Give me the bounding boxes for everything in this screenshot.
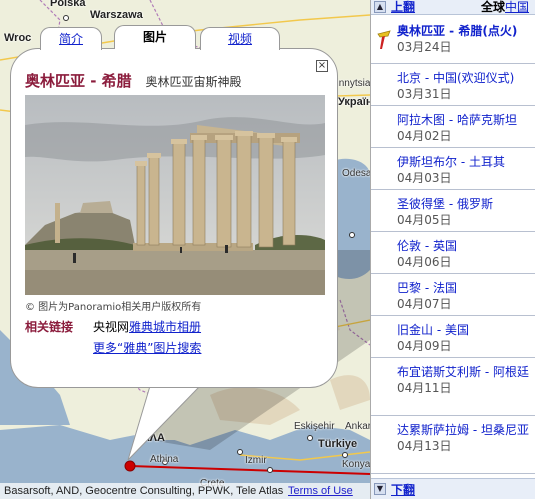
- close-icon: ×: [317, 60, 327, 71]
- terms-of-use-link[interactable]: Terms of Use: [288, 483, 353, 499]
- arrow-down-icon: ▼: [376, 484, 384, 493]
- place-subtitle: 奥林匹亚宙斯神殿: [145, 75, 242, 89]
- temple-of-zeus-image: [25, 95, 325, 295]
- relay-date: 04月03日: [397, 171, 452, 185]
- list-item[interactable]: 奥林匹亚 - 希腊(点火) 03月24日: [371, 16, 535, 64]
- relay-date: 04月02日: [397, 129, 452, 143]
- map-label-odessa: Odesa: [342, 168, 370, 179]
- related-link-1-prefix: 央视网: [93, 320, 130, 334]
- relay-date: 04月05日: [397, 213, 452, 227]
- page-up-link[interactable]: 上翻: [391, 0, 415, 15]
- city-name: 达累斯萨拉姆 - 坦桑尼亚: [397, 423, 529, 437]
- sidebar-top-bar: ▲ 上翻 全球中国: [371, 0, 535, 15]
- china-link[interactable]: 中国: [505, 0, 529, 14]
- list-item[interactable]: 伦敦 - 英国 04月06日: [371, 232, 535, 274]
- list-item[interactable]: 北京 - 中国(欢迎仪式) 03月31日: [371, 64, 535, 106]
- sidebar-bottom-bar: ▼ 下翻: [371, 478, 535, 499]
- city-name: 旧金山 - 美国: [397, 323, 469, 337]
- temple-photo[interactable]: [25, 95, 325, 295]
- map-label-izmir: Izmir: [245, 455, 267, 466]
- city-name: 圣彼得堡 - 俄罗斯: [397, 197, 493, 211]
- city-name: 布宜诺斯艾利斯 - 阿根廷: [397, 365, 529, 379]
- relay-date: 03月31日: [397, 87, 452, 101]
- city-name: 奥林匹亚 - 希腊(点火): [397, 24, 518, 38]
- city-name: 巴黎 - 法国: [397, 281, 457, 295]
- list-item[interactable]: 伊斯坦布尔 - 土耳其 04月03日: [371, 148, 535, 190]
- tab-intro[interactable]: 简介: [40, 27, 102, 50]
- list-item[interactable]: 达累斯萨拉姆 - 坦桑尼亚 04月13日: [371, 416, 535, 474]
- map-label-athens: Athina: [150, 454, 179, 465]
- map-label-eskisehir: Eskişehir: [294, 421, 335, 432]
- city-name: 阿拉木图 - 哈萨克斯坦: [397, 113, 517, 127]
- city-name: 伦敦 - 英国: [397, 239, 457, 253]
- global-label[interactable]: 全球: [481, 0, 505, 14]
- attribution-text: Basarsoft, AND, Geocentre Consulting, PP…: [4, 485, 284, 497]
- more-athens-images-link[interactable]: 更多“雅典”图片搜索: [93, 341, 201, 355]
- list-item[interactable]: 圣彼得堡 - 俄罗斯 04月05日: [371, 190, 535, 232]
- relay-city-list: 奥林匹亚 - 希腊(点火) 03月24日 北京 - 中国(欢迎仪式) 03月31…: [371, 16, 535, 478]
- photo-caption: © 图片为Panoramio相关用户版权所有: [25, 302, 202, 313]
- map-label-ukraine: Україна: [338, 96, 370, 108]
- related-links-label: 相关链接: [25, 320, 74, 334]
- close-button[interactable]: ×: [316, 60, 328, 72]
- tab-video[interactable]: 视频: [200, 27, 280, 50]
- related-link-2: 更多“雅典”图片搜索: [93, 339, 201, 356]
- map-attribution: Basarsoft, AND, Geocentre Consulting, PP…: [0, 483, 370, 499]
- arrow-up-icon: ▲: [376, 2, 384, 11]
- city-name: 伊斯坦布尔 - 土耳其: [397, 155, 505, 169]
- map-label-turkey: Türkiye: [318, 438, 358, 450]
- map-label-greece: ΕΛΛΑ: [135, 432, 165, 444]
- torch-icon: [377, 30, 391, 49]
- map-label-wroclaw: Wroc: [4, 32, 32, 44]
- relay-date: 04月13日: [397, 439, 452, 453]
- map-label-ankara: Ankara: [345, 421, 370, 432]
- list-item[interactable]: 巴黎 - 法国 04月07日: [371, 274, 535, 316]
- scroll-down-button[interactable]: ▼: [374, 483, 386, 495]
- place-title: 奥林匹亚 - 希腊 奥林匹亚宙斯神殿: [25, 70, 242, 91]
- map-label-poland: Polska: [50, 0, 86, 9]
- tab-photos[interactable]: 图片: [114, 25, 196, 49]
- list-item[interactable]: 阿拉木图 - 哈萨克斯坦 04月02日: [371, 106, 535, 148]
- torch-relay-sidebar: ▲ 上翻 全球中国 奥林匹亚 - 希腊(点火) 03月24日 北京 - 中国(欢…: [370, 0, 535, 499]
- place-name: 奥林匹亚 - 希腊: [25, 72, 132, 90]
- related-link-1: 央视网雅典城市相册: [93, 318, 201, 335]
- city-name: 北京 - 中国(欢迎仪式): [397, 71, 515, 85]
- relay-date: 04月11日: [397, 381, 452, 395]
- scroll-up-button[interactable]: ▲: [374, 1, 386, 13]
- relay-date: 04月06日: [397, 255, 452, 269]
- list-item[interactable]: 旧金山 - 美国 04月09日: [371, 316, 535, 358]
- page-down-link[interactable]: 下翻: [391, 481, 415, 498]
- athens-photo-album-link[interactable]: 雅典城市相册: [129, 320, 201, 334]
- relay-date: 04月09日: [397, 339, 452, 353]
- relay-date: 04月07日: [397, 297, 452, 311]
- list-item[interactable]: 布宜诺斯艾利斯 - 阿根廷 04月11日: [371, 358, 535, 416]
- region-switch: 全球中国: [481, 0, 529, 15]
- map-label-konya: Konya: [342, 459, 370, 470]
- relay-date: 03月24日: [397, 40, 452, 54]
- map-label-warsaw: Warszawa: [90, 9, 143, 21]
